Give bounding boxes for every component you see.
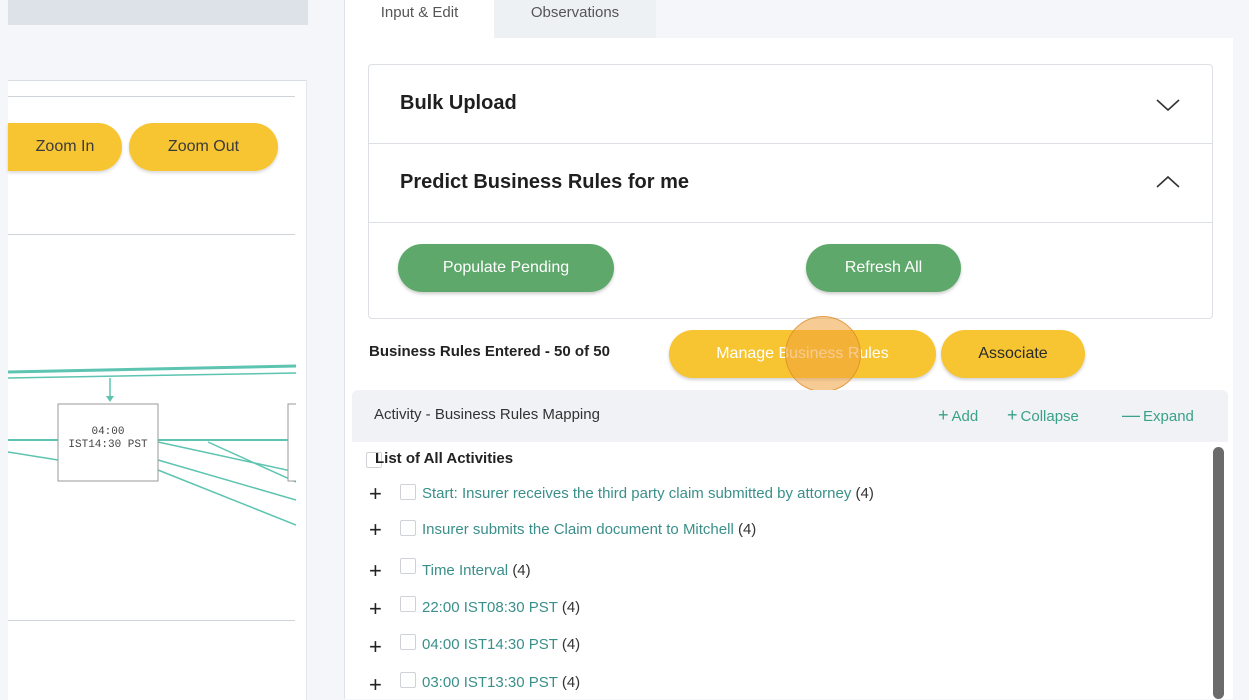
flow-connector [8, 364, 296, 374]
populate-pending-button[interactable]: Populate Pending [398, 244, 614, 292]
business-rules-count: Business Rules Entered - 50 of 50 [369, 343, 610, 360]
activity-link[interactable]: 04:00 IST14:30 PST (4) [422, 636, 580, 653]
activity-count: (4) [855, 485, 874, 502]
predict-rules-header[interactable]: Predict Business Rules for me [369, 144, 1212, 222]
activity-name: Insurer submits the Claim document to Mi… [422, 521, 734, 538]
arrow-head-icon [106, 396, 114, 402]
plus-icon: + [938, 405, 949, 425]
flow-connector [157, 441, 296, 473]
activity-link[interactable]: Insurer submits the Claim document to Mi… [422, 521, 756, 538]
flow-connector [8, 372, 296, 379]
canvas-divider [8, 234, 295, 235]
activity-checkbox[interactable] [400, 558, 416, 574]
activity-checkbox[interactable] [400, 596, 416, 612]
activity-count: (4) [512, 562, 531, 579]
activity-count: (4) [561, 599, 581, 616]
activity-count: (4) [561, 674, 581, 691]
tab-observations[interactable]: Observations [494, 0, 656, 38]
activity-name: 04:00 IST14:30 PST [422, 636, 558, 653]
accordion-divider [369, 222, 1212, 223]
node-label-zone: IST14:30 PST [68, 439, 148, 451]
expand-plus-icon[interactable]: + [369, 674, 382, 696]
list-title: List of All Activities [375, 450, 514, 467]
collapse-link[interactable]: + Collapse [1007, 405, 1079, 426]
activity-checkbox[interactable] [400, 634, 416, 650]
expand-plus-icon[interactable]: + [369, 598, 382, 620]
activity-name: 22:00 IST08:30 PST [422, 599, 558, 616]
flow-connector [157, 469, 296, 526]
mapping-header: Activity - Business Rules Mapping + Add +… [352, 390, 1228, 442]
flow-connector [8, 451, 59, 461]
tab-input-edit[interactable]: Input & Edit [344, 0, 495, 38]
activity-checkbox[interactable] [400, 672, 416, 688]
activity-name: Start: Insurer receives the third party … [422, 485, 852, 502]
process-flow-diagram: 04:00 IST14:30 PST [8, 364, 296, 526]
refresh-all-button[interactable]: Refresh All [806, 244, 961, 292]
plus-icon: + [1007, 405, 1018, 425]
canvas-divider [8, 96, 295, 97]
activity-name: 03:00 IST13:30 PST [422, 674, 558, 691]
flow-node [287, 403, 296, 482]
expand-plus-icon[interactable]: + [369, 483, 382, 505]
predict-rules-title: Predict Business Rules for me [400, 171, 689, 193]
zoom-in-button[interactable]: Zoom In [8, 123, 122, 171]
flow-connector [207, 441, 296, 483]
add-label: Add [951, 408, 979, 425]
manage-business-rules-button[interactable]: Manage Business Rules [669, 330, 936, 378]
activity-count: (4) [561, 636, 581, 653]
expand-plus-icon[interactable]: + [369, 560, 382, 582]
expand-link[interactable]: — Expand [1122, 405, 1194, 426]
zoom-out-button[interactable]: Zoom Out [129, 123, 278, 171]
add-link[interactable]: + Add [938, 405, 978, 426]
expand-plus-icon[interactable]: + [369, 519, 382, 541]
chevron-up-icon[interactable] [1155, 174, 1181, 190]
collapse-label: Collapse [1020, 408, 1079, 425]
list-scrollbar[interactable] [1213, 447, 1224, 699]
activity-checkbox[interactable] [400, 484, 416, 500]
activity-name: Time Interval [422, 562, 509, 579]
expand-label: Expand [1143, 408, 1194, 425]
activity-link[interactable]: 22:00 IST08:30 PST (4) [422, 599, 580, 616]
chevron-down-icon[interactable] [1155, 97, 1181, 113]
minus-icon: — [1122, 405, 1140, 425]
activity-checkbox[interactable] [400, 520, 416, 536]
activity-link[interactable]: 03:00 IST13:30 PST (4) [422, 674, 580, 691]
left-top-bar [8, 0, 308, 25]
expand-plus-icon[interactable]: + [369, 636, 382, 658]
activity-link[interactable]: Start: Insurer receives the third party … [422, 485, 874, 502]
bulk-upload-title: Bulk Upload [400, 92, 517, 114]
bulk-upload-header[interactable]: Bulk Upload [369, 65, 1212, 143]
canvas-divider [8, 620, 295, 621]
activity-count: (4) [737, 521, 757, 538]
associate-button[interactable]: Associate [941, 330, 1085, 378]
flow-connector [157, 459, 296, 501]
activity-link[interactable]: Time Interval (4) [422, 562, 531, 579]
node-label-time: 04:00 [91, 426, 124, 438]
mapping-title: Activity - Business Rules Mapping [374, 406, 600, 423]
